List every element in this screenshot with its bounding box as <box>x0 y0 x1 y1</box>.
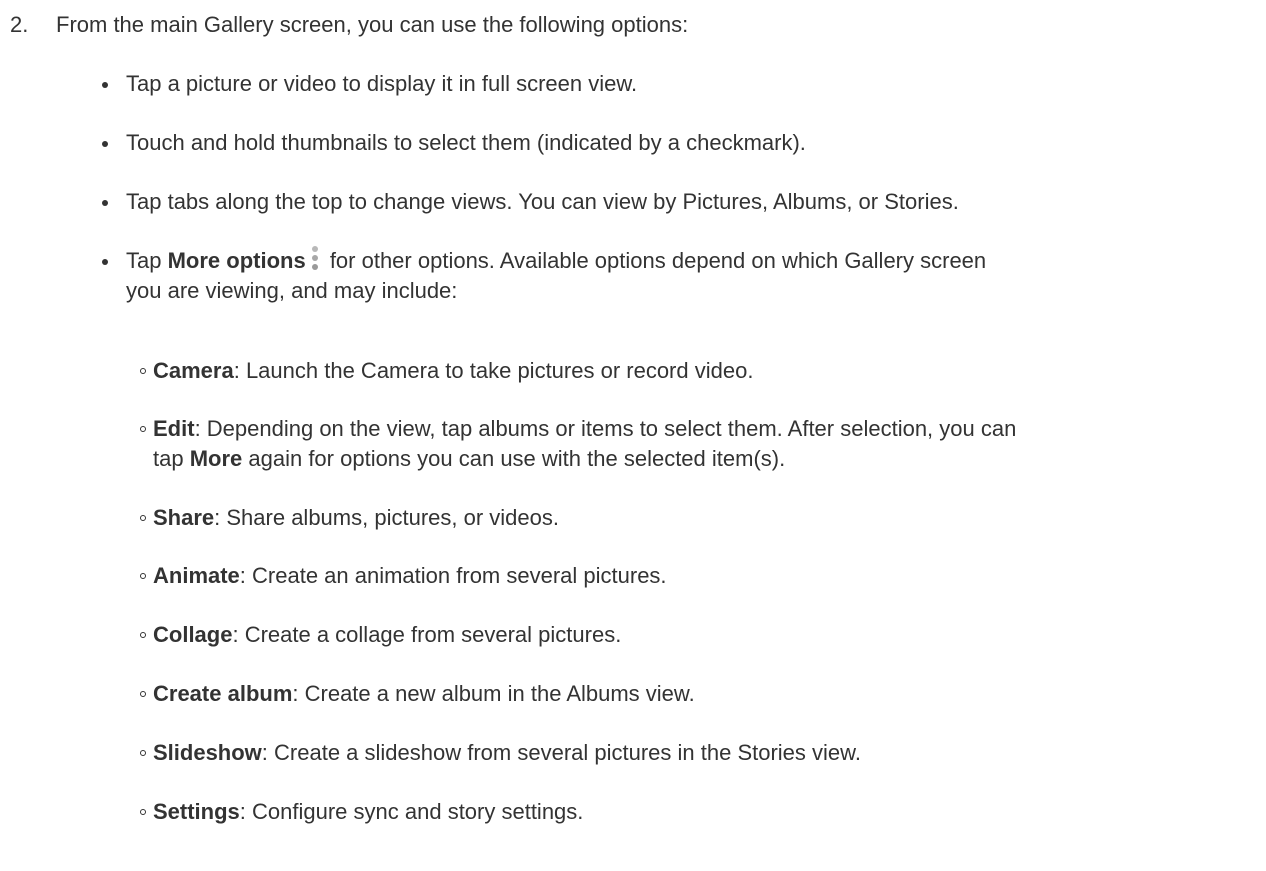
bullet-line2: you are viewing, and may include: <box>126 278 458 303</box>
bullet-text: Tap More options for other options. Avai… <box>126 246 1252 306</box>
option-term: Share <box>153 505 215 530</box>
option-term: Edit <box>153 416 195 441</box>
option-text: Edit: Depending on the view, tap albums … <box>153 414 1263 474</box>
bullet-text: Touch and hold thumbnails to select them… <box>126 130 806 155</box>
option-text: Create album: Create a new album in the … <box>153 679 1263 709</box>
sub-bullet-icon <box>140 368 146 374</box>
step-number: 2. <box>10 12 29 37</box>
option-term: Settings <box>153 799 240 824</box>
option-text: Camera: Launch the Camera to take pictur… <box>153 356 1263 386</box>
step-text: From the main Gallery screen, you can us… <box>56 12 689 37</box>
option-desc: : Launch the Camera to take pictures or … <box>233 358 754 383</box>
sub-bullet-icon <box>140 426 146 432</box>
more-options-vertical-dots-icon <box>310 246 320 272</box>
option-term: Camera <box>153 358 234 383</box>
document-page: 2. From the main Gallery screen, you can… <box>0 0 1266 871</box>
option-text: Animate: Create an animation from severa… <box>153 561 1263 591</box>
sub-bullet-icon <box>140 632 146 638</box>
option-text: Settings: Configure sync and story setti… <box>153 797 1263 827</box>
option-line2-bold: More <box>189 446 243 471</box>
sub-bullet-icon <box>140 750 146 756</box>
option-desc: : Create a collage from several pictures… <box>232 622 622 647</box>
option-term: Animate <box>153 563 240 588</box>
option-term: Collage <box>153 622 233 647</box>
option-text: Slideshow: Create a slideshow from sever… <box>153 738 1263 768</box>
bullet-text: Tap tabs along the top to change views. … <box>126 189 959 214</box>
option-term: Create album <box>153 681 293 706</box>
sub-bullet-icon <box>140 691 146 697</box>
sub-bullet-icon <box>140 573 146 579</box>
option-desc: : Configure sync and story settings. <box>239 799 584 824</box>
sub-bullet-icon <box>140 809 146 815</box>
option-desc: : Create an animation from several pictu… <box>239 563 667 588</box>
bullet-line1: for other options. Available options dep… <box>323 248 987 273</box>
option-term: Slideshow <box>153 740 262 765</box>
option-desc: : Share albums, pictures, or videos. <box>214 505 559 530</box>
option-desc: : Create a slideshow from several pictur… <box>261 740 861 765</box>
option-text: Share: Share albums, pictures, or videos… <box>153 503 1263 533</box>
option-line2-suffix: again for options you can use with the s… <box>242 446 786 471</box>
option-text: Collage: Create a collage from several p… <box>153 620 1263 650</box>
sub-bullet-icon <box>140 515 146 521</box>
option-desc: : Depending on the view, tap albums or i… <box>194 416 1017 441</box>
bullet-dot-icon <box>102 82 108 88</box>
bullet-dot-icon <box>102 259 108 265</box>
bullet-dot-icon <box>102 141 108 147</box>
bullet-text: Tap a picture or video to display it in … <box>126 71 638 96</box>
more-options-label: More options <box>167 248 306 273</box>
bullet-dot-icon <box>102 200 108 206</box>
option-line2-prefix: tap <box>153 446 190 471</box>
bullet-prefix: Tap <box>126 248 168 273</box>
option-desc: : Create a new album in the Albums view. <box>292 681 695 706</box>
